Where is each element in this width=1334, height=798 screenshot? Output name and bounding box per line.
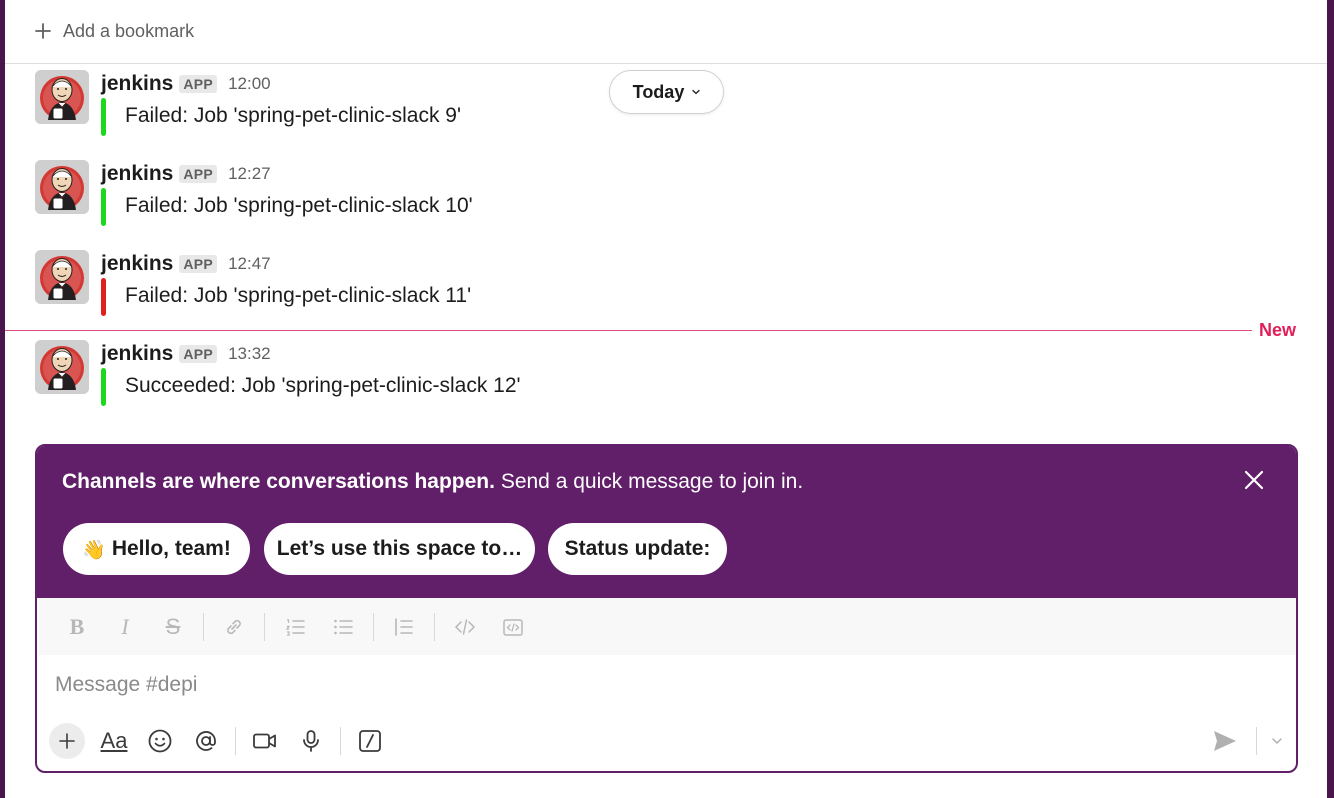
composer-actions: Aa: [49, 721, 1289, 761]
toolbar-divider: [235, 727, 236, 755]
join-channel-banner: Channels are where conversations happen.…: [37, 446, 1296, 598]
toolbar-divider: [1256, 727, 1257, 755]
toolbar-divider: [373, 612, 374, 641]
code-block-icon[interactable]: [489, 609, 537, 645]
banner-rest-text: Send a quick message to join in.: [494, 470, 804, 493]
jenkins-avatar[interactable]: [35, 70, 89, 124]
message-text: Failed: Job 'spring-pet-clinic-slack 10': [125, 194, 473, 217]
app-badge: APP: [179, 75, 218, 93]
attachment-color-bar: [101, 98, 106, 136]
microphone-icon[interactable]: [288, 723, 334, 759]
bookmark-bar: Add a bookmark: [5, 0, 1327, 64]
message-text: Failed: Job 'spring-pet-clinic-slack 11': [125, 284, 472, 307]
chip-label: Status update:: [564, 537, 711, 560]
window-frame-left: [0, 0, 5, 798]
sender-name[interactable]: jenkins: [101, 162, 173, 186]
quick-message-chip-status[interactable]: Status update:: [548, 523, 727, 575]
message-header: jenkins APP 12:47: [101, 252, 271, 276]
send-controls: [1202, 721, 1289, 761]
add-bookmark-button[interactable]: Add a bookmark: [63, 21, 194, 42]
formatting-toolbar: B I S: [39, 598, 1296, 655]
plus-icon[interactable]: [35, 21, 57, 43]
timestamp[interactable]: 12:47: [228, 254, 271, 274]
message-item: jenkins APP 12:27 Failed: Job 'spring-pe…: [35, 160, 1285, 240]
wave-emoji-icon: 👋: [82, 538, 106, 561]
app-badge: APP: [179, 165, 218, 183]
attachment-color-bar: [101, 188, 106, 226]
jenkins-avatar[interactable]: [35, 250, 89, 304]
banner-text: Channels are where conversations happen.…: [62, 470, 803, 494]
bulleted-list-icon[interactable]: [319, 609, 367, 645]
banner-bold-text: Channels are where conversations happen.: [62, 470, 495, 493]
plus-icon[interactable]: [49, 723, 85, 759]
bold-icon[interactable]: B: [53, 609, 101, 645]
emoji-icon[interactable]: [137, 723, 183, 759]
message-text: Succeeded: Job 'spring-pet-clinic-slack …: [125, 374, 521, 397]
slash-command-icon[interactable]: [347, 723, 393, 759]
timestamp[interactable]: 12:27: [228, 164, 271, 184]
ordered-list-icon[interactable]: [271, 609, 319, 645]
quick-message-chip-hello[interactable]: 👋 Hello, team!: [63, 523, 250, 575]
strikethrough-icon[interactable]: S: [149, 609, 197, 645]
quick-message-chip-space[interactable]: Let’s use this space to…: [264, 523, 535, 575]
timestamp[interactable]: 13:32: [228, 344, 271, 364]
send-icon[interactable]: [1202, 723, 1248, 759]
message-text: Failed: Job 'spring-pet-clinic-slack 9': [125, 104, 461, 127]
chip-label: Hello, team!: [111, 537, 231, 560]
chip-label: Let’s use this space to…: [276, 537, 523, 560]
message-item: jenkins APP 12:47 Failed: Job 'spring-pe…: [35, 250, 1285, 330]
toolbar-divider: [434, 612, 435, 641]
jenkins-avatar[interactable]: [35, 340, 89, 394]
message-input[interactable]: [55, 671, 1255, 699]
video-icon[interactable]: [242, 723, 288, 759]
italic-icon[interactable]: I: [101, 609, 149, 645]
message-header: jenkins APP 13:32: [101, 342, 271, 366]
chevron-down-icon[interactable]: [1265, 723, 1289, 759]
attachment-color-bar: [101, 278, 106, 316]
message-header: jenkins APP 12:27: [101, 162, 271, 186]
close-icon[interactable]: [1242, 468, 1266, 492]
toolbar-divider: [203, 612, 204, 641]
toolbar-divider: [264, 612, 265, 641]
link-icon[interactable]: [210, 609, 258, 645]
app-badge: APP: [179, 255, 218, 273]
window-frame-right: [1327, 0, 1334, 798]
jenkins-avatar[interactable]: [35, 160, 89, 214]
new-messages-label: New: [1259, 320, 1297, 340]
sender-name[interactable]: jenkins: [101, 72, 173, 96]
message-header: jenkins APP 12:00: [101, 72, 271, 96]
mention-icon[interactable]: [183, 723, 229, 759]
message-composer: Channels are where conversations happen.…: [35, 444, 1298, 773]
format-toggle-label: Aa: [100, 728, 128, 753]
code-icon[interactable]: [441, 609, 489, 645]
toolbar-divider: [340, 727, 341, 755]
message-item: jenkins APP 13:32 Succeeded: Job 'spring…: [35, 340, 1285, 420]
blockquote-icon[interactable]: [380, 609, 428, 645]
timestamp[interactable]: 12:00: [228, 74, 271, 94]
sender-name[interactable]: jenkins: [101, 342, 173, 366]
new-messages-divider: [5, 330, 1252, 331]
sender-name[interactable]: jenkins: [101, 252, 173, 276]
format-toggle-button[interactable]: Aa: [91, 723, 137, 759]
attachment-color-bar: [101, 368, 106, 406]
app-badge: APP: [179, 345, 218, 363]
message-item: jenkins APP 12:00 Failed: Job 'spring-pe…: [35, 70, 1285, 150]
